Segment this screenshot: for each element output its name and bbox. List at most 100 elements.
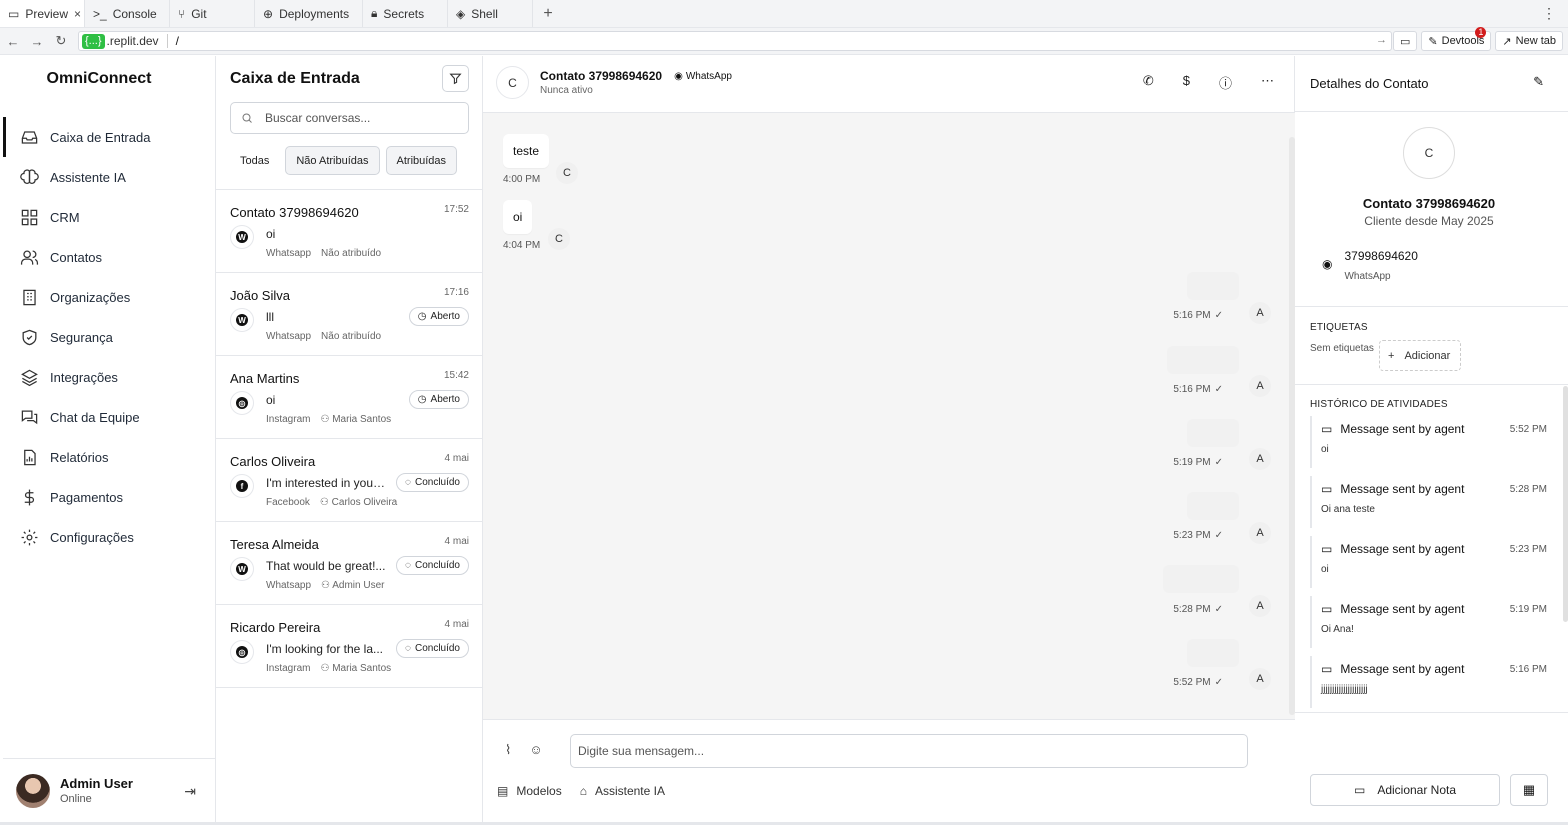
conversation-meta: Whatsapp Não atribuído [266, 248, 381, 259]
more-icon[interactable]: ⋯ [1261, 73, 1274, 92]
templates-button[interactable]: ▤ Modelos [497, 784, 562, 798]
sidebar-item-crm[interactable]: CRM [3, 197, 215, 237]
timeline-bar [1310, 416, 1312, 468]
chat-subtitle: Nunca ativo [540, 85, 593, 96]
new-tab-label: New tab [1515, 35, 1556, 47]
chat-icon [21, 410, 38, 424]
paperclip-icon[interactable]: ⌇ [505, 742, 511, 758]
whatsapp-icon: W [230, 557, 254, 581]
dollar-icon [24, 489, 35, 505]
activity-item: ▭ Message sent by agent 5:52 PM oi [1295, 416, 1560, 476]
templates-label: Modelos [516, 784, 562, 798]
conversation-assignee: Não atribuído [321, 248, 382, 259]
dollar-icon[interactable]: $ [1183, 73, 1190, 92]
check-circle-icon: ◌ [405, 477, 411, 488]
kebab-menu-icon[interactable]: ⋮ [1542, 5, 1556, 22]
conversation-item[interactable]: Ana Martins 15:42 ◎ oi ◷ Aberto Instagram… [216, 356, 482, 439]
git-icon: ⑂ [178, 6, 186, 21]
tab-shell[interactable]: ◈ Shell [448, 0, 533, 27]
conversation-assignee: Maria Santos [332, 663, 392, 674]
calendar-button[interactable]: ▦ [1510, 774, 1548, 806]
go-arrow-icon[interactable]: → [1376, 34, 1387, 46]
status-badge: ◷ Aberto [408, 307, 469, 326]
message-thread: teste 4:00 PM C oi 4:04 PM C 5:16 PM ✓ A … [483, 113, 1295, 719]
search-input[interactable]: Buscar conversas... [230, 102, 469, 134]
filter-assigned[interactable]: Atribuídas [385, 146, 458, 175]
address-bar: ← → ↻ {...} .replit.dev / → ▭ ✎ Devtools… [0, 27, 1568, 55]
time-label: 5:16 PM [1173, 384, 1211, 395]
tab-deployments[interactable]: ⊕ Deployments [255, 0, 363, 27]
activity-title: ▭ Message sent by agent [1321, 482, 1464, 496]
outgoing-message [1187, 419, 1239, 447]
message-input[interactable]: Digite sua mensagem... [570, 734, 1248, 768]
building-icon [23, 289, 36, 305]
conversation-time: 15:42 [443, 370, 469, 381]
device-preview-button[interactable]: ▭ [1393, 31, 1418, 51]
sidebar-item-payments[interactable]: Pagamentos [3, 477, 215, 517]
user-icon: ⚇ Admin User [321, 580, 385, 591]
sidebar-item-reports[interactable]: Relatórios [3, 437, 215, 477]
sidebar-item-assistant[interactable]: Assistente IA [3, 157, 215, 197]
conversation-assignee: Não atribuído [321, 331, 382, 342]
conversation-item[interactable]: João Silva 17:16 W lll ◷ Aberto Whatsapp … [216, 273, 482, 356]
sidebar-item-team-chat[interactable]: Chat da Equipe [3, 397, 215, 437]
sidebar-item-security[interactable]: Segurança [3, 317, 215, 357]
info-icon[interactable]: ⓘ [1219, 73, 1232, 92]
phone-number: 37998694620 [1344, 249, 1418, 263]
sidebar-item-settings[interactable]: Configurações [3, 517, 215, 557]
logout-icon[interactable]: ⇥ [184, 783, 196, 800]
tab-secrets[interactable]: 🔒︎ Secrets [363, 0, 448, 27]
phone-icon[interactable]: ✆ [1143, 73, 1154, 92]
add-tag-button[interactable]: + Adicionar [1379, 340, 1461, 371]
bot-icon: ⌂ [579, 784, 587, 798]
new-tab-button[interactable]: ↗ New tab [1495, 31, 1563, 51]
conversation-item[interactable]: Teresa Almeida 4 mai W That would be gre… [216, 522, 482, 605]
user-profile[interactable]: Admin User Online ⇥ [3, 758, 216, 822]
conversation-item[interactable]: Contato 37998694620 17:52 W oi Whatsapp … [216, 190, 482, 273]
add-note-button[interactable]: ▭ Adicionar Nota [1310, 774, 1500, 806]
devtools-button[interactable]: ✎ Devtools 1 [1421, 27, 1492, 51]
time-label: 5:19 PM [1173, 457, 1211, 468]
back-icon[interactable]: ← [2, 34, 24, 49]
brand-title: OmniConnect [46, 70, 152, 87]
conversation-name: Carlos Oliveira [230, 454, 316, 469]
tab-preview[interactable]: ▭ Preview × [0, 0, 85, 27]
activity-title: ▭ Message sent by agent [1321, 662, 1464, 676]
filter-all[interactable]: Todas [230, 146, 279, 175]
sidebar-item-organizations[interactable]: Organizações [3, 277, 215, 317]
conversation-preview: I'm looking for the la... [266, 642, 384, 656]
tab-git[interactable]: ⑂ Git [170, 0, 255, 27]
activity-title-text: Message sent by agent [1340, 482, 1465, 496]
new-tab-plus-icon[interactable]: + [533, 0, 563, 27]
time-label: 5:52 PM [1173, 677, 1211, 688]
conversation-preview: I'm interested in your... [266, 476, 386, 490]
sidebar-item-contacts[interactable]: Contatos [3, 237, 215, 277]
ai-assistant-button[interactable]: ⌂ Assistente IA [580, 784, 665, 798]
reload-icon[interactable]: ↻ [50, 33, 72, 49]
conversation-item[interactable]: Ricardo Pereira 4 mai ◎ I'm looking for … [216, 605, 482, 688]
close-icon[interactable]: × [74, 7, 81, 21]
history-title: HISTÓRICO DE ATIVIDADES [1310, 399, 1448, 410]
check-icon: ✓ [1214, 604, 1223, 615]
filter-unassigned[interactable]: Não Atribuídas [285, 146, 380, 175]
filter-icon [449, 73, 462, 85]
timeline-bar [1310, 596, 1312, 648]
conversation-item[interactable]: Carlos Oliveira 4 mai f I'm interested i… [216, 439, 482, 522]
message-time: 5:23 PM ✓ [1173, 530, 1223, 541]
message-icon: ▭ [1321, 662, 1333, 676]
forward-icon[interactable]: → [26, 34, 48, 49]
scrollbar[interactable] [1563, 386, 1568, 622]
lock-icon: 🔒︎ [371, 6, 378, 20]
tab-console[interactable]: >_ Console [85, 0, 170, 27]
activity-list: ▭ Message sent by agent 5:52 PM oi ▭ Messa… [1295, 416, 1560, 708]
message-time: 4:00 PM [503, 174, 541, 185]
url-field[interactable]: {...} .replit.dev / → [78, 31, 1392, 51]
emoji-icon[interactable]: ☺ [529, 742, 542, 758]
filter-button[interactable] [442, 65, 469, 92]
calendar-icon: ▦ [1522, 782, 1536, 797]
edit-icon[interactable]: ✎ [1533, 74, 1544, 90]
check-icon: ✓ [1214, 530, 1223, 541]
sidebar-item-integrations[interactable]: Integrações [3, 357, 215, 397]
conversation-meta: Whatsapp Não atribuído [266, 331, 381, 342]
sidebar-item-inbox[interactable]: Caixa de Entrada [3, 117, 215, 157]
